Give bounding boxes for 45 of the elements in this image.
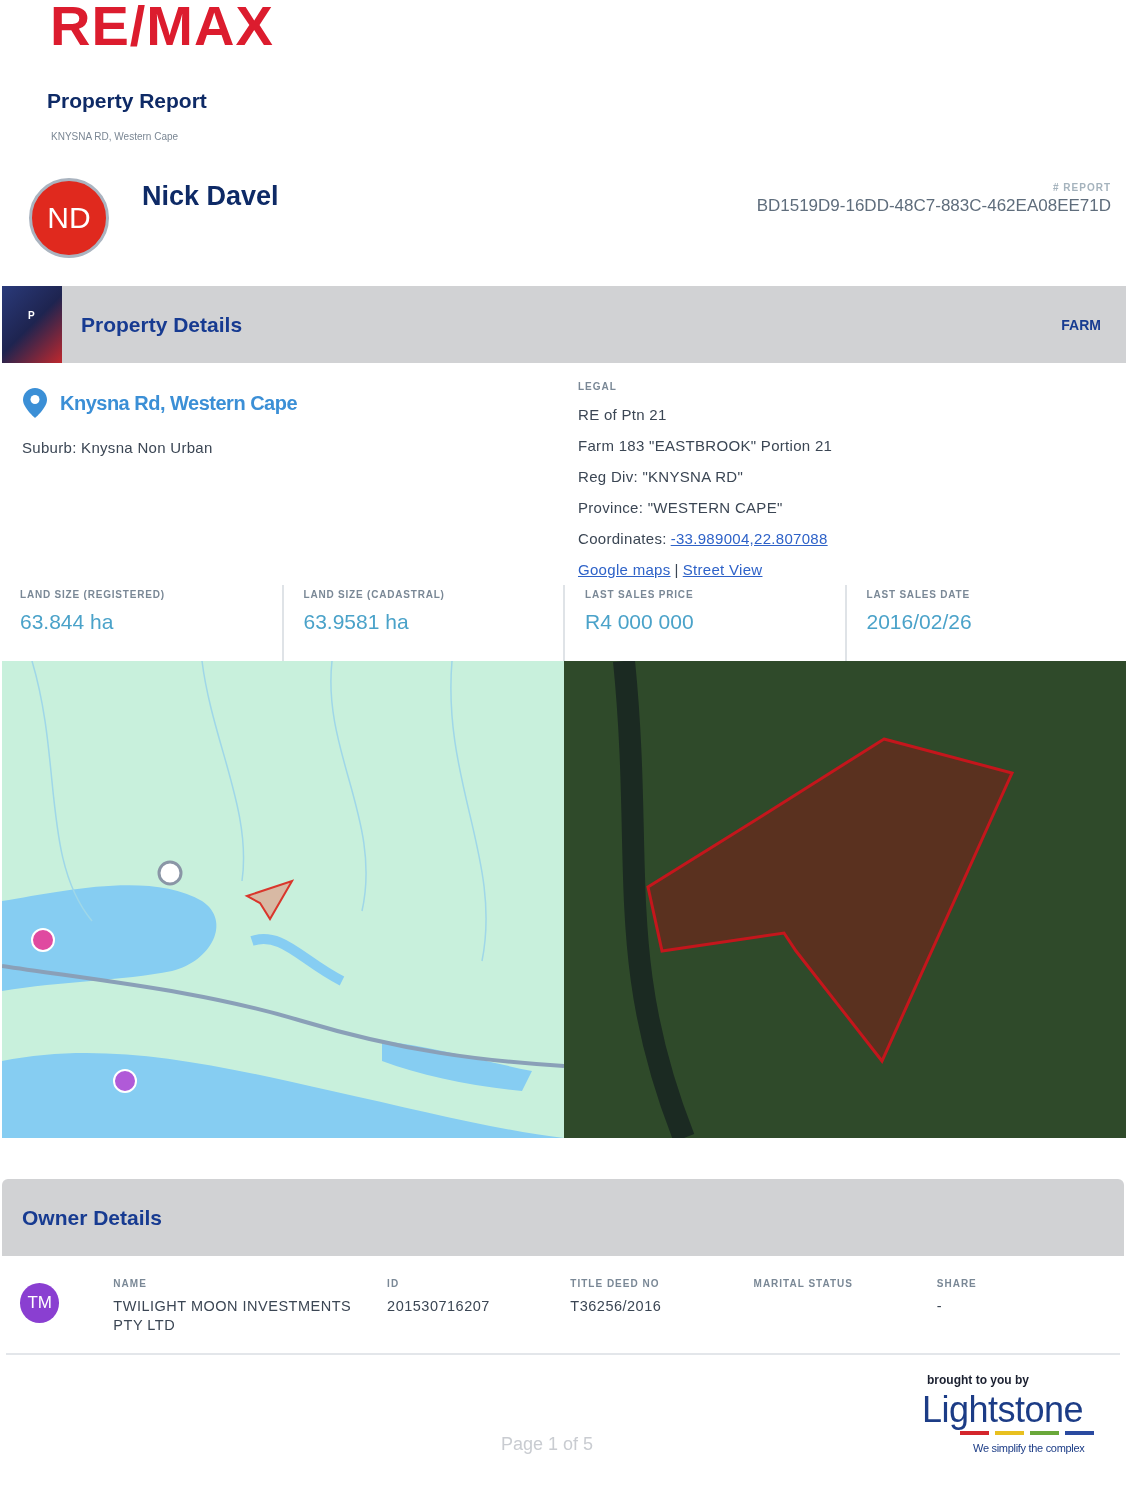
brought-by-text: brought to you by	[927, 1373, 1029, 1387]
avatar: ND	[29, 178, 109, 258]
stat-label: LAST SALES PRICE	[585, 589, 695, 600]
field-label: NAME	[113, 1278, 148, 1289]
location-pin-icon	[22, 387, 48, 419]
field-value: 201530716207	[387, 1297, 491, 1316]
brand-logo: RE/MAX	[50, 0, 274, 58]
link-separator: |	[674, 561, 679, 578]
field-value: -	[936, 1297, 944, 1316]
agent-name: Nick Davel	[142, 181, 279, 212]
map-link[interactable]: Google maps	[578, 561, 671, 578]
field-label: ID	[387, 1278, 401, 1289]
stat-value: 63.9581 ha	[303, 610, 410, 634]
stat-value: 2016/02/26	[866, 610, 973, 634]
section-header-bar: Owner Details	[2, 1179, 1124, 1256]
stat-value: R4 000 000	[585, 610, 695, 634]
avatar: TM	[20, 1283, 60, 1323]
field-label: SHARE	[936, 1278, 978, 1289]
section-title: Property Details	[81, 312, 244, 337]
property-address: Knysna Rd, Western Cape	[60, 391, 298, 415]
brand-tagline: We simplify the complex	[973, 1442, 1085, 1454]
coordinates-label: Coordinates:	[578, 530, 667, 547]
stat-label: LAND SIZE (CADASTRAL)	[303, 589, 446, 600]
field-label: MARITAL STATUS	[753, 1278, 854, 1289]
map-link[interactable]: Street View	[682, 561, 763, 578]
field-label: TITLE DEED NO	[570, 1278, 661, 1289]
report-label: # REPORT	[1053, 182, 1111, 193]
legal-line: RE of Ptn 21	[578, 406, 668, 423]
stat-value: 63.844 ha	[20, 610, 115, 634]
coordinates-link[interactable]: -33.989004,22.807088	[670, 530, 828, 547]
legal-line: Province: "WESTERN CAPE"	[578, 499, 784, 516]
report-id: BD1519D9-16DD-48C7-883C-462EA08EE71D	[756, 196, 1111, 216]
brand-logo: Lightstone	[922, 1389, 1084, 1431]
field-value: TWILIGHT MOON INVESTMENTS PTY LTD	[113, 1297, 353, 1335]
legal-line: Farm 183 "EASTBROOK" Portion 21	[578, 437, 834, 454]
field-value: T36256/2016	[570, 1297, 663, 1316]
stat-label: LAST SALES DATE	[866, 589, 971, 600]
legal-line: Reg Div: "KNYSNA RD"	[578, 468, 745, 485]
suburb-text: Suburb: Knysna Non Urban	[22, 439, 214, 456]
report-address: KNYSNA RD, Western Cape	[51, 131, 179, 142]
property-type-label: FARM	[1061, 316, 1101, 333]
legal-label: LEGAL	[578, 381, 618, 392]
stat-label: LAND SIZE (REGISTERED)	[20, 589, 166, 600]
report-title: Property Report	[47, 89, 207, 113]
section-badge: P	[2, 286, 62, 363]
